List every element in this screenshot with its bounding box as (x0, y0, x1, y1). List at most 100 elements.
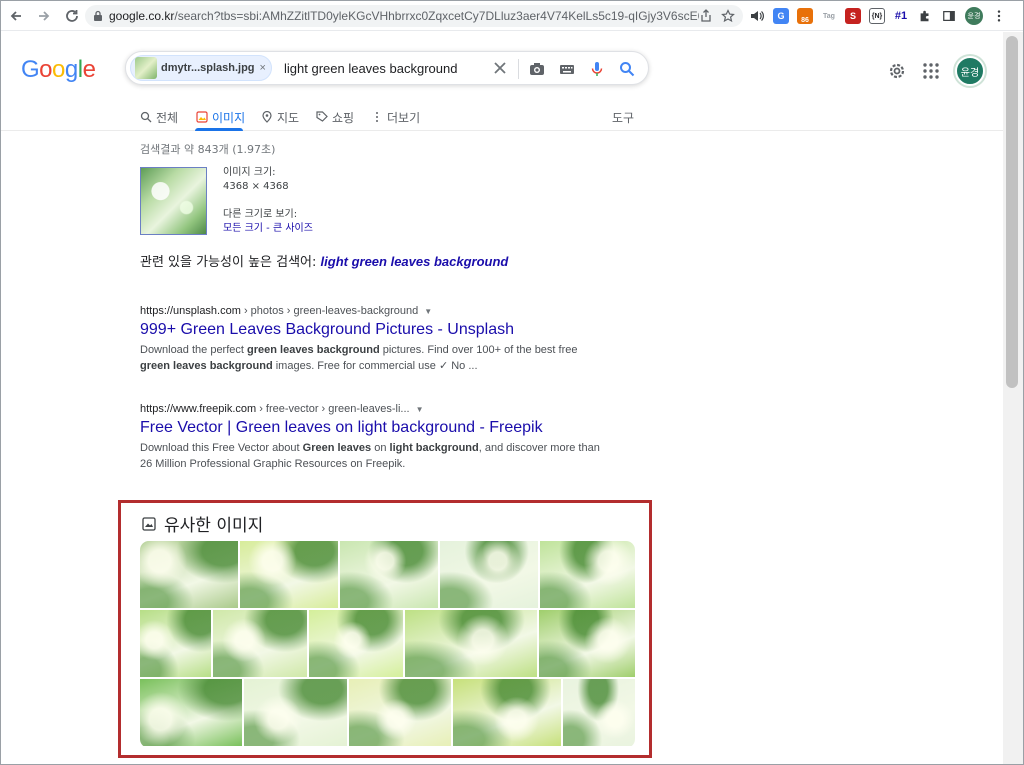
microphone-icon[interactable] (588, 60, 606, 78)
header-actions: 윤경 (887, 56, 985, 86)
image-icon (196, 111, 208, 123)
image-row (140, 541, 635, 608)
similar-image[interactable] (213, 610, 307, 677)
similar-image[interactable] (563, 679, 635, 746)
tab-more[interactable]: 더보기 (371, 106, 420, 128)
similar-images-heading: 유사한 이미지 (142, 511, 263, 536)
extensions-bar: G 86 Tag S {N} #1 윤경 (749, 6, 1007, 26)
apps-grid-icon[interactable] (921, 61, 941, 81)
search-tabs: 전체 이미지 지도 쇼핑 더보기 도구 (1, 102, 1003, 131)
similar-image[interactable] (440, 541, 538, 608)
search-result: https://unsplash.com › photos › green-le… (140, 305, 610, 374)
tools-button[interactable]: 도구 (612, 106, 634, 128)
lock-icon (94, 10, 102, 21)
active-tab-indicator (195, 128, 243, 131)
keyboard-icon[interactable] (558, 60, 576, 78)
tag-icon (316, 111, 328, 122)
chip-close-icon[interactable]: × (260, 62, 266, 74)
camera-icon[interactable] (528, 60, 546, 78)
similar-image[interactable] (140, 541, 238, 608)
similar-image[interactable] (540, 541, 635, 608)
large-size-link[interactable]: 큰 사이즈 (273, 223, 313, 234)
similar-image[interactable] (453, 679, 561, 746)
similar-images-grid (140, 541, 635, 748)
result-snippet: Download this Free Vector about Green le… (140, 442, 600, 470)
chip-filename: dmytr...splash.jpg (161, 62, 255, 74)
translate-ext-icon[interactable]: G (773, 8, 789, 24)
similar-image[interactable] (349, 679, 451, 746)
address-bar[interactable]: google.co.kr/search?tbs=sbi:AMhZZitlTD0y… (85, 5, 743, 27)
result-url[interactable]: https://unsplash.com › photos › green-le… (140, 305, 610, 317)
similar-images-section: 유사한 이미지 (118, 500, 652, 758)
related-search-link[interactable]: light green leaves background (321, 254, 509, 269)
image-size-label: 이미지 크기: (223, 167, 276, 178)
related-search: 관련 있을 가능성이 높은 검색어: light green leaves ba… (140, 251, 508, 270)
tab-label: 지도 (277, 110, 300, 125)
tab-label: 전체 (156, 110, 179, 125)
clear-search-icon[interactable] (492, 60, 508, 76)
forward-arrow-icon (39, 10, 50, 21)
gear-icon[interactable] (887, 61, 907, 81)
result-snippet: Download the perfect green leaves backgr… (140, 344, 578, 372)
tab-shopping[interactable]: 쇼핑 (316, 106, 354, 128)
search-result: https://www.freepik.com › free-vector › … (140, 403, 610, 472)
badge-ext-icon[interactable]: 86 (797, 8, 813, 24)
back-arrow-icon (10, 10, 21, 21)
side-panel-icon[interactable] (941, 8, 957, 24)
page-scrollbar[interactable] (1003, 32, 1023, 764)
tab-label: 더보기 (387, 110, 421, 125)
back-button[interactable] (3, 3, 29, 29)
browser-toolbar: google.co.kr/search?tbs=sbi:AMhZZitlTD0y… (1, 1, 1023, 31)
result-menu-icon[interactable]: ▼ (424, 307, 432, 316)
browser-window: google.co.kr/search?tbs=sbi:AMhZZitlTD0y… (0, 0, 1024, 765)
similar-image[interactable] (309, 610, 403, 677)
similar-image[interactable] (140, 610, 211, 677)
result-menu-icon[interactable]: ▼ (416, 405, 424, 414)
share-icon[interactable] (699, 9, 713, 23)
rank-ext-icon[interactable]: #1 (893, 8, 909, 24)
search-icon (140, 111, 152, 123)
chip-thumbnail (135, 57, 157, 79)
scrollbar-thumb[interactable] (1006, 36, 1018, 388)
image-query-chip[interactable]: dmytr...splash.jpg × (130, 55, 272, 81)
volume-icon[interactable] (749, 8, 765, 24)
image-row (140, 610, 635, 677)
tab-label: 쇼핑 (332, 110, 355, 125)
result-url[interactable]: https://www.freepik.com › free-vector › … (140, 403, 610, 415)
image-row (140, 679, 635, 746)
search-input[interactable]: light green leaves background (284, 61, 457, 76)
google-logo[interactable]: Google (21, 56, 96, 84)
similar-image[interactable] (340, 541, 438, 608)
other-sizes-label: 다른 크기로 보기: (223, 209, 298, 220)
tab-label: 이미지 (212, 110, 246, 125)
similar-image[interactable] (539, 610, 635, 677)
bookmark-star-icon[interactable] (721, 9, 735, 23)
bracket-ext-icon[interactable]: {N} (869, 8, 885, 24)
tab-all[interactable]: 전체 (140, 106, 178, 128)
tab-images[interactable]: 이미지 (196, 106, 245, 128)
puzzle-icon[interactable] (917, 8, 933, 24)
result-title-link[interactable]: 999+ Green Leaves Background Pictures - … (140, 321, 610, 339)
account-avatar[interactable]: 윤경 (955, 56, 985, 86)
result-stats: 검색결과 약 843개 (1.97초) (140, 143, 276, 156)
similar-image[interactable] (140, 679, 242, 746)
search-icon[interactable] (618, 60, 636, 78)
query-image-thumbnail[interactable] (140, 167, 207, 235)
image-info: 이미지 크기: 4368 × 4368 다른 크기로 보기: 모든 크기 - 큰… (223, 166, 313, 236)
image-size-value: 4368 × 4368 (223, 181, 289, 192)
similar-image[interactable] (405, 610, 537, 677)
tag-ext-icon[interactable]: Tag (821, 8, 837, 24)
all-sizes-link[interactable]: 모든 크기 (223, 223, 263, 234)
profile-avatar-small[interactable]: 윤경 (965, 7, 983, 25)
similar-image[interactable] (244, 679, 347, 746)
forward-button[interactable] (31, 3, 57, 29)
result-title-link[interactable]: Free Vector | Green leaves on light back… (140, 419, 610, 437)
image-icon (142, 516, 156, 531)
map-pin-icon (262, 111, 272, 123)
browser-menu-icon[interactable] (991, 8, 1007, 24)
related-prefix: 관련 있을 가능성이 높은 검색어: (140, 255, 317, 270)
s-ext-icon[interactable]: S (845, 8, 861, 24)
reload-button[interactable] (59, 3, 85, 29)
similar-image[interactable] (240, 541, 338, 608)
tab-maps[interactable]: 지도 (261, 106, 299, 128)
